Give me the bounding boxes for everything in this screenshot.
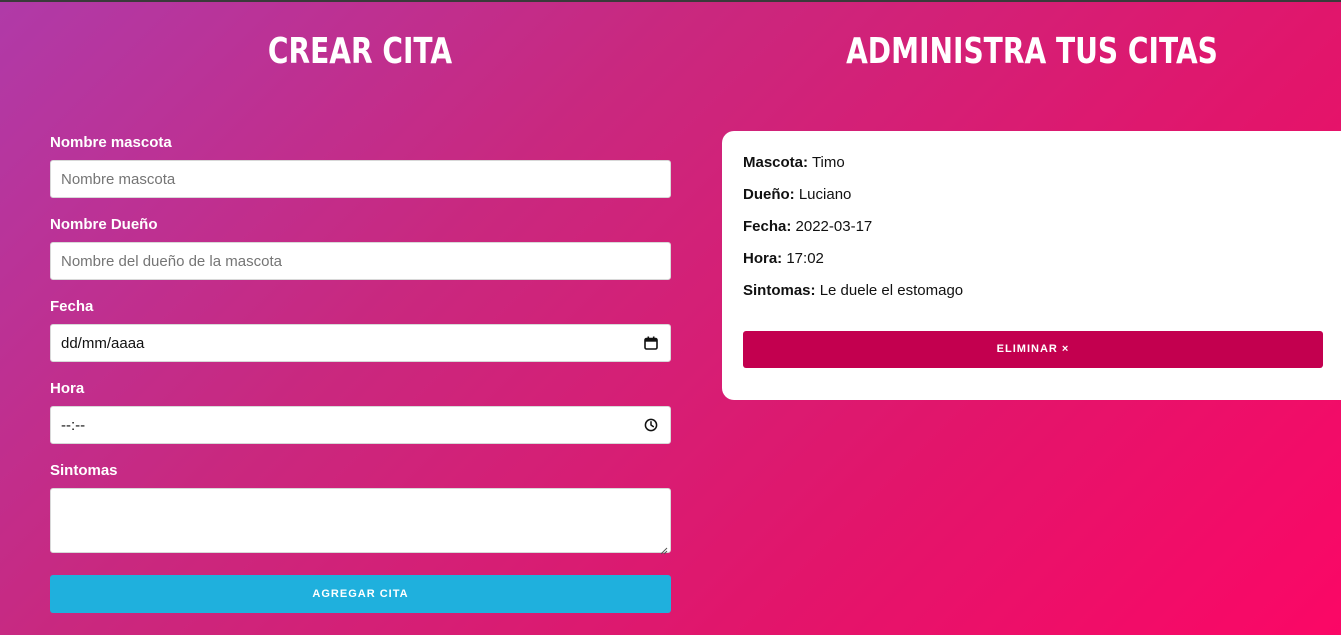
time-input[interactable]: --:-- bbox=[50, 406, 671, 444]
appointment-time: Hora: 17:02 bbox=[743, 250, 824, 268]
delete-appointment-button[interactable]: Eliminar × bbox=[743, 331, 1323, 368]
appointment-owner: Dueño: Luciano bbox=[743, 186, 851, 204]
date-key: Fecha: bbox=[743, 218, 792, 235]
window-top-border bbox=[0, 0, 1341, 2]
date-label: Fecha bbox=[50, 298, 94, 315]
date-placeholder: dd/mm/aaaa bbox=[61, 334, 145, 352]
appointment-pet: Mascota: Timo bbox=[743, 154, 845, 172]
symptoms-textarea[interactable] bbox=[50, 488, 671, 555]
owner-value: Luciano bbox=[798, 186, 852, 203]
owner-name-placeholder: Nombre del dueño de la mascota bbox=[61, 252, 282, 270]
resize-handle-icon[interactable] bbox=[660, 542, 668, 555]
time-placeholder: --:-- bbox=[61, 416, 86, 434]
owner-name-input[interactable]: Nombre del dueño de la mascota bbox=[50, 242, 671, 280]
clock-icon[interactable] bbox=[644, 418, 658, 432]
time-label: Hora bbox=[50, 380, 85, 397]
date-value: 2022-03-17 bbox=[795, 218, 873, 235]
appointment-card: Mascota: Timo Dueño: Luciano Fecha: 2022… bbox=[722, 131, 1341, 400]
pet-key: Mascota: bbox=[743, 154, 809, 171]
pet-name-input[interactable]: Nombre mascota bbox=[50, 160, 671, 198]
time-value: 17:02 bbox=[786, 250, 824, 267]
date-input[interactable]: dd/mm/aaaa bbox=[50, 324, 671, 362]
symptoms-value: Le duele el estomago bbox=[819, 282, 964, 299]
calendar-icon[interactable] bbox=[644, 336, 658, 350]
add-appointment-button[interactable]: Agregar cita bbox=[50, 575, 671, 613]
appointment-symptoms: Sintomas: Le duele el estomago bbox=[743, 282, 963, 300]
symptoms-label: Sintomas bbox=[50, 462, 118, 479]
pet-value: Timo bbox=[811, 154, 845, 171]
form-title: Crear cita bbox=[267, 31, 453, 72]
time-key: Hora: bbox=[743, 250, 783, 267]
owner-name-label: Nombre Dueño bbox=[50, 216, 158, 233]
pet-name-placeholder: Nombre mascota bbox=[61, 170, 176, 188]
owner-key: Dueño: bbox=[743, 186, 795, 203]
symptoms-key: Sintomas: bbox=[743, 282, 816, 299]
appointments-title: Administra tus citas bbox=[846, 31, 1218, 72]
pet-name-label: Nombre mascota bbox=[50, 134, 172, 151]
appointment-date: Fecha: 2022-03-17 bbox=[743, 218, 872, 236]
